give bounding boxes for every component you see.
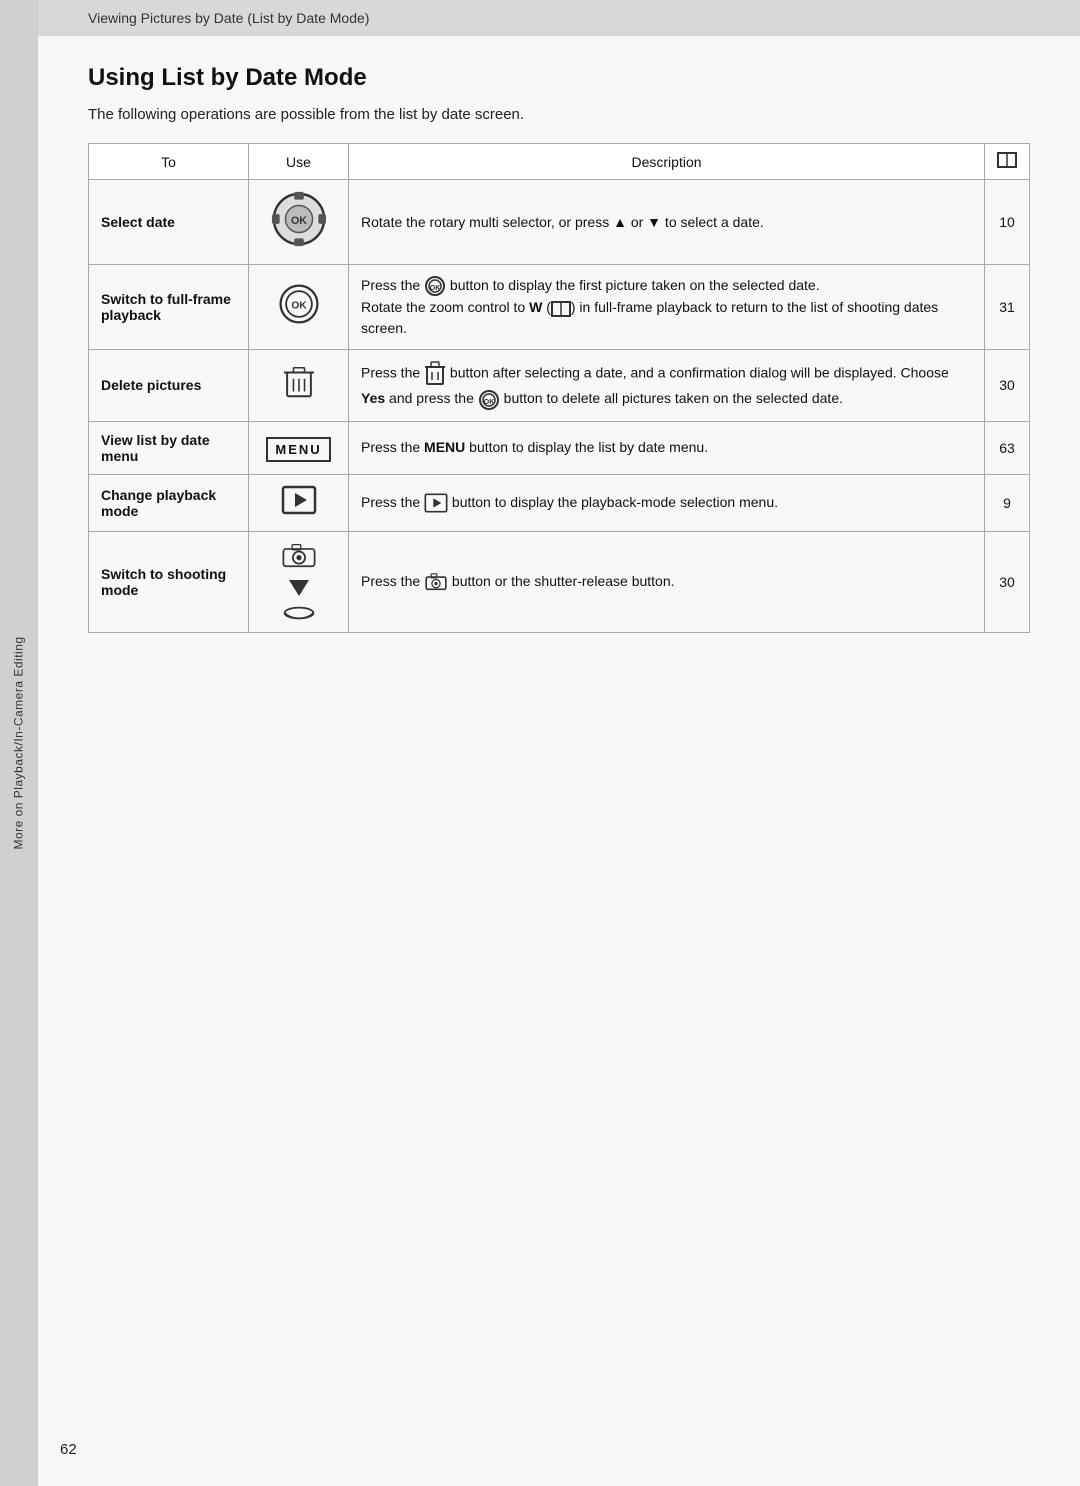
row-ref: 30 <box>985 350 1030 421</box>
row-desc: Press the MENU button to display the lis… <box>349 421 985 474</box>
table-row: View list by date menu MENU Press the ME… <box>89 421 1030 474</box>
svg-text:OK: OK <box>291 215 307 227</box>
intro-text: The following operations are possible fr… <box>88 106 1030 123</box>
play-button-icon <box>261 485 336 521</box>
rotary-ok-icon: OK <box>270 190 328 248</box>
header-use: Use <box>249 144 349 180</box>
menu-icon: MENU <box>261 434 336 462</box>
row-to: Select date <box>89 180 249 265</box>
main-content: Viewing Pictures by Date (List by Date M… <box>38 0 1080 1486</box>
side-tab-label: More on Playback/In-Camera Editing <box>12 636 26 849</box>
svg-text:OK: OK <box>484 399 495 406</box>
row-desc: Rotate the rotary multi selector, or pre… <box>349 180 985 265</box>
row-use <box>249 531 349 632</box>
shooting-icons <box>261 542 336 622</box>
page-title: Using List by Date Mode <box>88 64 1030 92</box>
operations-table: To Use Description <box>88 143 1030 633</box>
row-use: OK <box>249 265 349 350</box>
row-ref: 31 <box>985 265 1030 350</box>
table-row: Select date <box>89 180 1030 265</box>
svg-text:OK: OK <box>430 285 441 292</box>
table-row: Delete pictures <box>89 350 1030 421</box>
table-row: Change playback mode Press the button to… <box>89 474 1030 531</box>
row-use: OK <box>249 180 349 265</box>
row-use: MENU <box>249 421 349 474</box>
row-desc: Press the button or the shutter-release … <box>349 531 985 632</box>
row-use <box>249 474 349 531</box>
down-arrow-icon <box>285 572 313 600</box>
header-to: To <box>89 144 249 180</box>
row-use <box>249 350 349 421</box>
table-row: Switch to shooting mode <box>89 531 1030 632</box>
svg-text:OK: OK <box>291 301 307 312</box>
side-tab: More on Playback/In-Camera Editing <box>0 0 38 1486</box>
row-to: Switch to full-frameplayback <box>89 265 249 350</box>
row-to: Change playback mode <box>89 474 249 531</box>
camera-icon <box>281 542 317 568</box>
row-desc: Press the OK button to display the first… <box>349 265 985 350</box>
row-ref: 30 <box>985 531 1030 632</box>
row-desc: Press the button to display the playback… <box>349 474 985 531</box>
book-icon <box>997 155 1017 171</box>
row-to: Delete pictures <box>89 350 249 421</box>
header-description: Description <box>349 144 985 180</box>
row-ref: 10 <box>985 180 1030 265</box>
row-desc: Press the button after selecting a date,… <box>349 350 985 421</box>
ok-circle-icon: OK <box>261 281 336 333</box>
row-ref: 9 <box>985 474 1030 531</box>
row-to: View list by date menu <box>89 421 249 474</box>
header-ref <box>985 144 1030 180</box>
breadcrumb: Viewing Pictures by Date (List by Date M… <box>38 0 1080 36</box>
trash-icon <box>261 363 336 407</box>
table-row: Switch to full-frameplayback OK <box>89 265 1030 350</box>
row-ref: 63 <box>985 421 1030 474</box>
shutter-icon <box>280 604 318 622</box>
page-number: 62 <box>60 1441 77 1458</box>
row-to: Switch to shooting mode <box>89 531 249 632</box>
